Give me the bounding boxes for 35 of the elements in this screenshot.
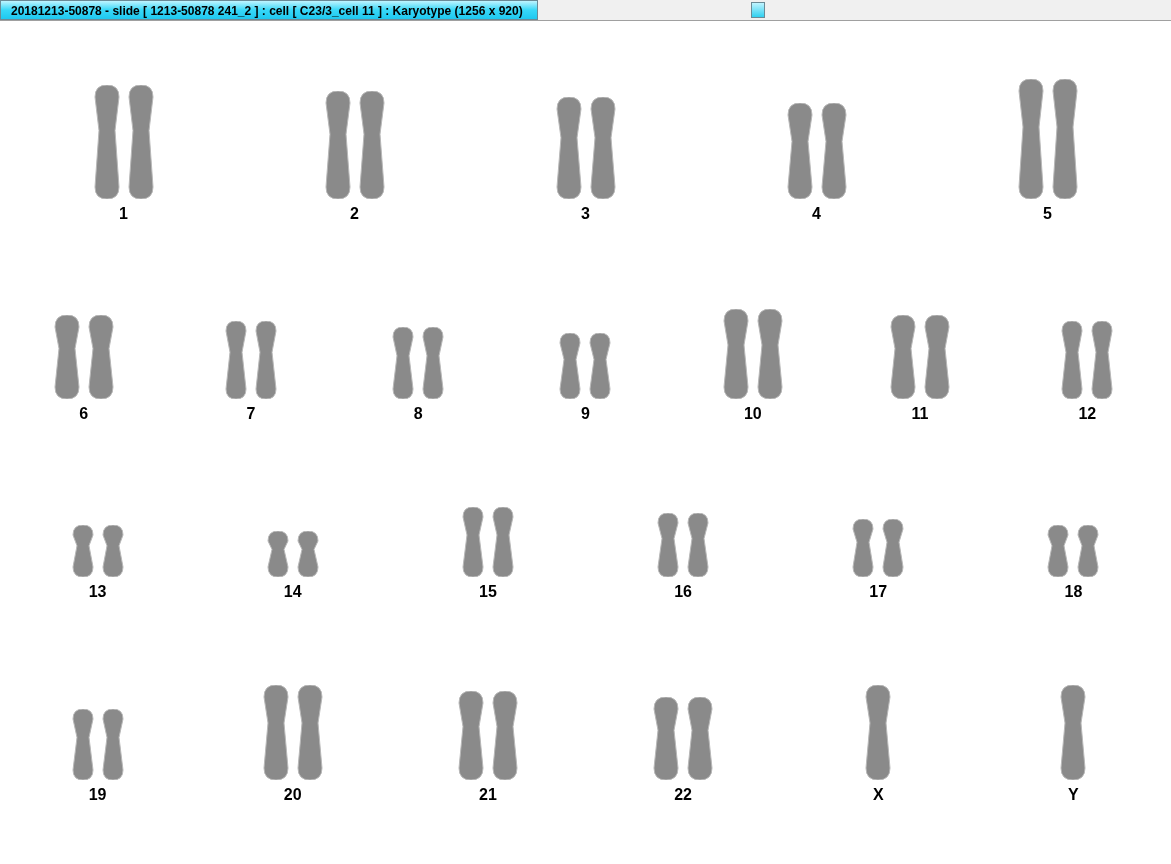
chromosome-pair-drawing xyxy=(852,519,905,577)
chromosome-label: 11 xyxy=(911,405,929,423)
chromosome-label: 20 xyxy=(283,786,302,804)
chromosome-label: 4 xyxy=(812,205,821,223)
chromosome-label: 3 xyxy=(581,205,590,223)
chromosome-label: 2 xyxy=(350,205,359,223)
chromosome-pair-drawing xyxy=(392,327,445,399)
chromosome-pair-drawing xyxy=(266,531,319,577)
chromosome-label: 18 xyxy=(1064,583,1083,601)
chromosome-pair-drawing xyxy=(71,525,124,577)
chromosome-label: 1 xyxy=(119,205,128,223)
scroll-thumb[interactable] xyxy=(751,2,765,18)
chromosome-label: 9 xyxy=(581,405,590,423)
chromosome-label: 14 xyxy=(283,583,302,601)
chromosome-label: 12 xyxy=(1078,405,1097,423)
chromosome-label: 16 xyxy=(674,583,692,601)
chromosome-label: 5 xyxy=(1043,205,1052,223)
chromosome-label: 19 xyxy=(88,786,107,804)
chromosome-label: X xyxy=(872,786,884,804)
chromosome-label: 7 xyxy=(246,405,256,423)
chromosome-label: 21 xyxy=(479,786,497,804)
chromosome-label: 22 xyxy=(674,786,692,804)
chromosome-pair-drawing xyxy=(71,709,124,780)
chromosome-pair-drawing xyxy=(559,333,612,399)
chromosome-label: Y xyxy=(1068,786,1079,804)
chromosome-label: 10 xyxy=(743,405,762,423)
chromosome-pair-drawing xyxy=(657,513,710,577)
chromosome-label: 17 xyxy=(869,583,888,601)
chromosome-pair-drawing xyxy=(1047,525,1100,577)
chromosome-pair-drawing xyxy=(461,507,514,577)
window-title: 20181213-50878 - slide [ 1213-50878 241_2 ] : cell [ C23/3_cell 11 ] : Karyotype (1256 x 920) xyxy=(0,0,538,20)
chromosome-label: 15 xyxy=(479,583,497,601)
chromosome-label: 8 xyxy=(413,405,423,423)
chromosome-label: 13 xyxy=(88,583,107,601)
chromosome-label: 6 xyxy=(79,405,89,423)
